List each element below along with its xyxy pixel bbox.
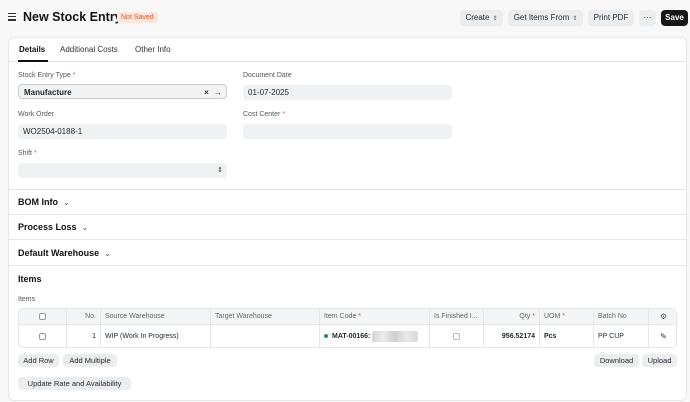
row-checkbox[interactable]: [39, 332, 46, 340]
section-title-text: BOM Info: [18, 197, 58, 207]
section-title-text: Default Warehouse: [18, 248, 100, 258]
section-title: Process Loss ⌄: [18, 222, 88, 232]
section-bom-info[interactable]: BOM Info ⌄: [9, 189, 686, 214]
required-mark: *: [562, 313, 566, 320]
table-header: No. Source Warehouse Target Warehouse It…: [19, 309, 676, 325]
get-items-from-button[interactable]: Get Items From ⇕: [508, 10, 583, 26]
row-select-cell: [19, 325, 67, 347]
row-source-warehouse[interactable]: WIP (Work In Progress): [101, 325, 211, 347]
section-title: Default Warehouse ⌄: [18, 248, 111, 258]
col-no: No.: [67, 309, 101, 324]
required-mark: *: [282, 111, 286, 118]
sort-arrows-icon: ⇕: [572, 16, 578, 22]
sort-arrows-icon: ⇕: [217, 167, 223, 174]
select-all-cell: [19, 309, 67, 324]
shift-select[interactable]: ⇕: [18, 163, 227, 178]
document-date-input[interactable]: 01-07-2025: [243, 85, 452, 100]
work-order-label: Work Order: [18, 111, 55, 118]
gear-icon[interactable]: ⚙: [649, 309, 676, 324]
download-button[interactable]: Download: [594, 354, 639, 367]
col-uom: UOM *: [540, 309, 594, 324]
is-finished-checkbox[interactable]: [453, 332, 460, 340]
work-order-input[interactable]: WO2504-0188-1: [18, 124, 227, 139]
section-default-warehouse[interactable]: Default Warehouse ⌄: [9, 239, 686, 265]
cost-center-label-text: Cost Center: [243, 111, 281, 118]
save-button[interactable]: Save: [661, 10, 688, 26]
items-table: No. Source Warehouse Target Warehouse It…: [18, 308, 677, 348]
stock-entry-type-label: Stock Entry Type *: [18, 72, 75, 79]
stock-entry-type-select[interactable]: Manufacture × →: [18, 84, 227, 99]
hamburger-icon[interactable]: [8, 13, 16, 21]
create-button-label: Create: [465, 13, 490, 22]
col-item-code-text: Item Code: [324, 313, 357, 320]
tab-details[interactable]: Details: [19, 45, 45, 54]
form-card: Details Additional Costs Other Info Stoc…: [8, 37, 687, 401]
item-code-text: MAT-00166:: [332, 332, 371, 340]
cost-center-input[interactable]: [243, 124, 452, 139]
row-target-warehouse[interactable]: [211, 325, 320, 347]
col-qty-text: Qty: [519, 313, 531, 320]
row-batch-no[interactable]: PP CUP: [594, 325, 649, 347]
section-title: Items: [18, 274, 42, 284]
chevron-down-icon: ⌄: [63, 198, 70, 207]
required-mark: *: [532, 313, 535, 320]
col-item-code: Item Code *: [320, 309, 430, 324]
col-source-warehouse: Source Warehouse: [101, 309, 211, 324]
add-row-button[interactable]: Add Row: [18, 354, 59, 367]
section-title-text: Process Loss: [18, 222, 77, 232]
row-no: 1: [67, 325, 101, 347]
col-uom-text: UOM: [544, 313, 561, 320]
document-date-label: Document Date: [243, 72, 292, 79]
page-header: New Stock Entry Not Saved Create ⇕ Get It…: [0, 0, 690, 36]
row-item-code[interactable]: MAT-00166:: [320, 325, 430, 347]
shift-label: Shift *: [18, 150, 37, 157]
clear-icon[interactable]: ×: [204, 88, 209, 97]
get-items-from-label: Get Items From: [513, 13, 570, 22]
row-is-finished: [430, 325, 484, 347]
select-all-checkbox[interactable]: [39, 313, 46, 320]
items-table-label: Items: [18, 296, 36, 303]
sort-arrows-icon: ⇕: [492, 16, 498, 22]
field-actions: × →: [204, 85, 222, 100]
row-qty[interactable]: 956.52174: [484, 325, 540, 347]
tab-additional-costs[interactable]: Additional Costs: [60, 45, 118, 54]
create-button[interactable]: Create ⇕: [460, 10, 503, 26]
cost-center-label: Cost Center *: [243, 111, 285, 118]
redacted-item-name: [372, 330, 419, 342]
upload-button[interactable]: Upload: [642, 354, 677, 367]
col-is-finished: Is Finished I...: [430, 309, 484, 324]
page-title: New Stock Entry: [23, 10, 122, 24]
pencil-icon[interactable]: ✎: [649, 325, 676, 347]
col-batch-no: Batch No: [594, 309, 649, 324]
required-mark: *: [33, 150, 37, 157]
table-row[interactable]: 1 WIP (Work In Progress) MAT-00166: 956.…: [19, 325, 676, 347]
tab-other-info[interactable]: Other Info: [135, 45, 171, 54]
col-qty: Qty *: [484, 309, 540, 324]
section-title: BOM Info ⌄: [18, 197, 70, 207]
row-uom[interactable]: Pcs: [540, 325, 594, 347]
add-multiple-button[interactable]: Add Multiple: [63, 354, 117, 367]
stock-entry-type-value: Manufacture: [24, 88, 72, 97]
print-pdf-button[interactable]: Print PDF: [588, 10, 634, 26]
chevron-down-icon: ⌄: [104, 249, 111, 258]
more-menu-button[interactable]: ···: [639, 10, 656, 26]
required-mark: *: [72, 72, 76, 79]
status-badge: Not Saved: [117, 12, 158, 23]
section-process-loss[interactable]: Process Loss ⌄: [9, 214, 686, 239]
shift-label-text: Shift: [18, 150, 33, 157]
required-mark: *: [358, 313, 361, 320]
tab-bar: Details Additional Costs Other Info: [9, 38, 686, 62]
stock-entry-type-label-text: Stock Entry Type: [18, 72, 71, 79]
link-arrow-icon[interactable]: →: [214, 88, 222, 97]
update-rate-button[interactable]: Update Rate and Availability: [18, 377, 131, 390]
col-target-warehouse: Target Warehouse: [211, 309, 320, 324]
active-tab-indicator: [18, 60, 48, 62]
status-dot: [324, 334, 328, 338]
chevron-down-icon: ⌄: [81, 223, 89, 232]
